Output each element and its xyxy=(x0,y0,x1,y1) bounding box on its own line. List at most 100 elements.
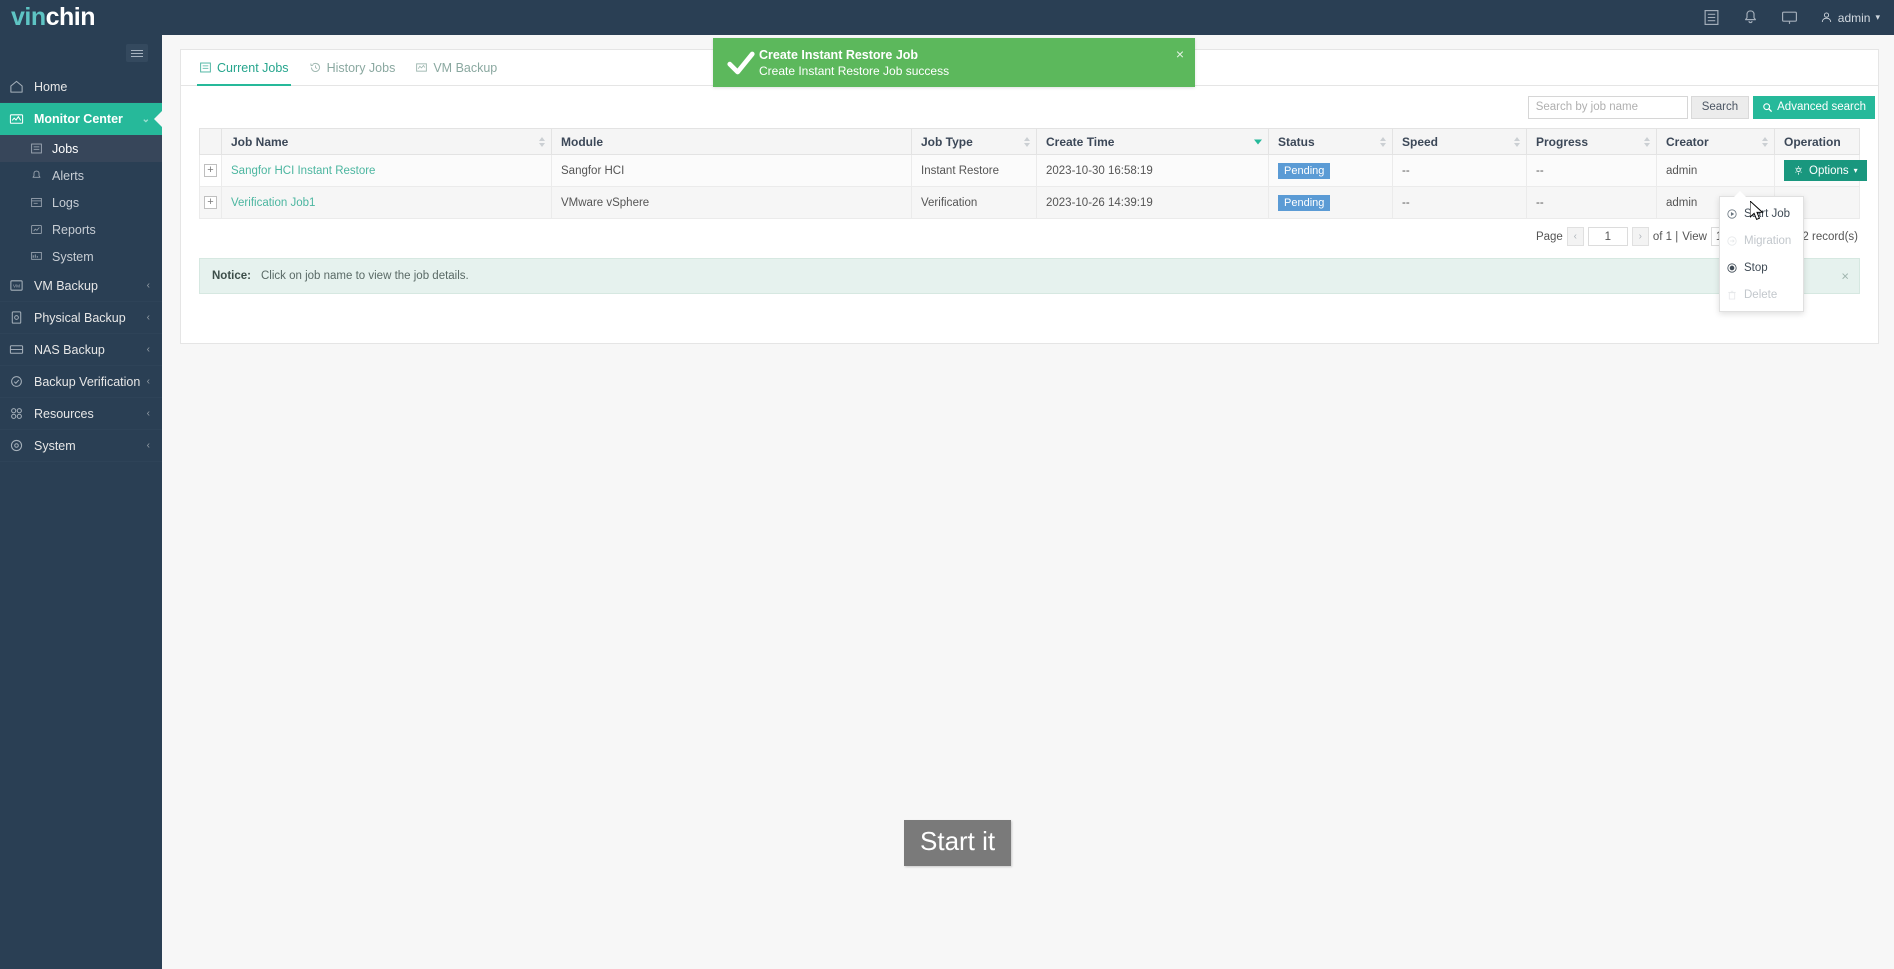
hamburger-menu-icon[interactable] xyxy=(126,44,148,62)
sidebar-item-monitor-center[interactable]: Monitor Center ⌄ xyxy=(0,103,162,135)
sidebar-item-vm-backup[interactable]: VM VM Backup ‹ xyxy=(0,270,162,302)
column-speed[interactable]: Speed xyxy=(1392,128,1527,155)
main-content: Current Jobs History Jobs VM Backup Sear… xyxy=(162,35,1894,969)
column-job-name[interactable]: Job Name xyxy=(221,128,552,155)
sidebar-item-home-label: Home xyxy=(34,79,68,94)
sidebar-item-nas-backup-label: NAS Backup xyxy=(34,342,105,357)
column-expand xyxy=(199,128,222,155)
expand-row-icon[interactable]: + xyxy=(204,164,217,177)
toast-notification: Create Instant Restore Job Create Instan… xyxy=(713,38,1195,87)
cell-job-type: Verification xyxy=(911,186,1037,219)
sidebar-item-system-monitor-label: System xyxy=(52,249,94,264)
column-job-type[interactable]: Job Type xyxy=(911,128,1037,155)
migration-icon xyxy=(1727,235,1737,246)
trash-icon xyxy=(1728,290,1736,299)
cell-create-time: 2023-10-26 14:39:19 xyxy=(1036,186,1269,219)
toast-title: Create Instant Restore Job xyxy=(759,47,919,62)
pagination-prev-button[interactable]: ‹ xyxy=(1566,227,1584,246)
sidebar-item-system-monitor[interactable]: System xyxy=(0,243,162,270)
stop-circle-icon xyxy=(1727,262,1737,273)
sidebar-item-reports[interactable]: Reports xyxy=(0,216,162,243)
column-job-type-label: Job Type xyxy=(921,134,973,149)
tab-current-jobs[interactable]: Current Jobs xyxy=(197,50,291,86)
sort-icon[interactable] xyxy=(1762,136,1768,147)
pagination-page-input[interactable] xyxy=(1587,227,1628,246)
jobs-icon xyxy=(31,143,42,154)
cell-create-time: 2023-10-30 16:58:19 xyxy=(1036,154,1269,187)
notice-close-icon[interactable]: × xyxy=(1841,269,1849,284)
cell-progress: -- xyxy=(1526,186,1657,219)
sort-icon[interactable] xyxy=(1024,136,1030,147)
monitor-center-icon xyxy=(9,113,24,124)
sort-icon[interactable] xyxy=(539,136,545,147)
start-it-overlay[interactable]: Start it xyxy=(904,820,1012,866)
logs-icon xyxy=(31,197,42,208)
svg-text:VM: VM xyxy=(13,283,20,288)
user-avatar-icon xyxy=(1821,12,1831,23)
advanced-search-button[interactable]: Advanced search xyxy=(1753,95,1875,119)
system-monitor-icon xyxy=(31,251,42,260)
column-create-time[interactable]: Create Time xyxy=(1036,128,1269,155)
tab-current-jobs-label: Current Jobs xyxy=(217,60,289,75)
top-bar: vinchin admin ▾ xyxy=(0,0,1894,35)
pagination-next-button[interactable]: › xyxy=(1631,227,1649,246)
sidebar-item-resources[interactable]: Resources ‹ xyxy=(0,398,162,430)
toast-body: Create Instant Restore Job Create Instan… xyxy=(759,47,949,79)
logo-text-secondary: chin xyxy=(45,3,96,31)
alerts-bell-icon xyxy=(32,170,41,178)
cell-job-type: Instant Restore xyxy=(911,154,1037,187)
user-menu[interactable]: admin ▾ xyxy=(1820,11,1880,25)
jobs-table: Job Name Module Job Type Create Time Sta… xyxy=(199,128,1867,219)
column-module[interactable]: Module xyxy=(551,128,912,155)
column-operation: Operation xyxy=(1774,128,1860,155)
tab-vm-backup[interactable]: VM Backup xyxy=(413,50,499,86)
column-status[interactable]: Status xyxy=(1268,128,1393,155)
options-button[interactable]: Options ▾ xyxy=(1784,160,1867,181)
home-icon xyxy=(10,80,23,93)
menu-item-stop-label: Stop xyxy=(1744,261,1768,274)
monitor-icon[interactable] xyxy=(1781,9,1798,26)
sidebar-item-nas-backup[interactable]: NAS Backup ‹ xyxy=(0,334,162,366)
cell-job-name: Verification Job1 xyxy=(221,186,552,219)
search-input[interactable] xyxy=(1527,95,1688,119)
notice-text: Click on job name to view the job detail… xyxy=(260,270,469,282)
bell-icon[interactable] xyxy=(1742,9,1759,26)
column-operation-label: Operation xyxy=(1784,134,1841,149)
check-icon xyxy=(727,51,755,74)
column-status-label: Status xyxy=(1278,134,1315,149)
column-creator[interactable]: Creator xyxy=(1656,128,1775,155)
app-logo[interactable]: vinchin xyxy=(11,3,96,31)
toast-close-icon[interactable]: × xyxy=(1176,47,1184,61)
jobs-panel: Current Jobs History Jobs VM Backup Sear… xyxy=(180,49,1879,344)
sort-icon[interactable] xyxy=(1380,136,1386,147)
jobs-table-header-row: Job Name Module Job Type Create Time Sta… xyxy=(199,128,1860,155)
column-job-name-label: Job Name xyxy=(231,134,289,149)
current-jobs-icon xyxy=(200,62,211,73)
sidebar-item-monitor-center-label: Monitor Center xyxy=(34,112,123,126)
column-progress-label: Progress xyxy=(1536,134,1589,149)
sidebar-item-jobs[interactable]: Jobs xyxy=(0,135,162,162)
sidebar-item-backup-verification[interactable]: Backup Verification ‹ xyxy=(0,366,162,398)
sort-icon[interactable] xyxy=(1514,136,1520,147)
search-button[interactable]: Search xyxy=(1690,95,1750,119)
tab-history-jobs[interactable]: History Jobs xyxy=(307,50,398,86)
sort-desc-icon[interactable] xyxy=(1254,139,1262,144)
sidebar-item-alerts[interactable]: Alerts xyxy=(0,162,162,189)
column-progress[interactable]: Progress xyxy=(1526,128,1657,155)
menu-item-start-job[interactable]: Start Job xyxy=(1720,200,1803,227)
column-module-label: Module xyxy=(561,134,603,149)
sidebar-item-logs[interactable]: Logs xyxy=(0,189,162,216)
job-name-link[interactable]: Sangfor HCI Instant Restore xyxy=(231,165,375,177)
job-name-link[interactable]: Verification Job1 xyxy=(231,197,315,209)
nas-backup-icon xyxy=(9,345,24,354)
list-icon[interactable] xyxy=(1703,9,1720,26)
sidebar-item-home[interactable]: Home xyxy=(0,71,162,103)
sidebar-item-physical-backup[interactable]: Physical Backup ‹ xyxy=(0,302,162,334)
sort-icon[interactable] xyxy=(1644,136,1650,147)
cell-module: VMware vSphere xyxy=(551,186,912,219)
menu-item-stop[interactable]: Stop xyxy=(1720,254,1803,281)
expand-row-icon[interactable]: + xyxy=(204,196,217,209)
table-row: + Sangfor HCI Instant Restore Sangfor HC… xyxy=(199,154,1867,187)
chevron-right-icon: ‹ xyxy=(146,376,150,387)
sidebar-item-system[interactable]: System ‹ xyxy=(0,430,162,462)
